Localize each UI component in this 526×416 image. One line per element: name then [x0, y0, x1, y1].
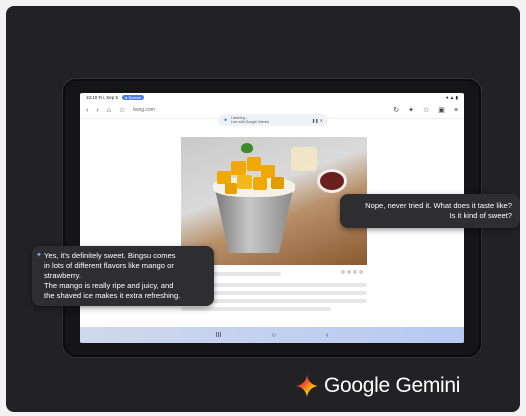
menu-icon[interactable]: ≡	[454, 107, 458, 114]
google-gemini-logo: Google Gemini	[296, 374, 460, 398]
screen-record-badge[interactable]: ● Screen	[122, 95, 145, 100]
milk-cup	[291, 147, 317, 171]
listening-text: Listening... Live with Google Gemini	[231, 116, 309, 124]
listening-sub: Live with Google Gemini	[231, 120, 269, 124]
pause-close-controls[interactable]: ❚❚ ✕	[312, 118, 323, 123]
status-time: 10:10 Fri, Sep 5	[86, 95, 119, 100]
gemini-response-bubble: ✦ Yes, it's definitely sweet. Bingsu com…	[32, 246, 214, 306]
back-button[interactable]: ‹	[326, 332, 328, 339]
mango-cube	[231, 161, 246, 175]
url-field[interactable]: bsng.com	[133, 107, 155, 113]
mint-leaf	[241, 143, 253, 153]
mango-cube	[271, 177, 284, 189]
mango-cube	[253, 177, 267, 190]
star-icon[interactable]: ☆	[423, 107, 429, 114]
gemini-spark-icon: ✦	[36, 252, 42, 259]
browser-actions: ↻ ✦ ☆ ▣ ≡	[393, 107, 458, 114]
mango-cube	[247, 157, 261, 171]
carousel-dot	[341, 270, 345, 274]
status-bar: 10:10 Fri, Sep 5 ● Screen ● ▲ ▮	[80, 93, 464, 102]
brand-name: Google Gemini	[324, 374, 461, 397]
response-line: the shaved ice makes it extra refreshing…	[44, 291, 181, 300]
status-icons: ● ▲ ▮	[445, 94, 458, 100]
reload-icon[interactable]: ↻	[393, 107, 399, 114]
user-message-bubble: Nope, never tried it. What does it taste…	[340, 194, 520, 228]
gemini-star-icon	[296, 375, 318, 397]
carousel-dots	[341, 270, 363, 274]
carousel-dot	[353, 270, 357, 274]
user-message-line: Is it kind of sweet?	[449, 211, 512, 220]
home-icon[interactable]: ⌂	[107, 107, 111, 114]
android-nav-bar: III ○ ‹	[80, 327, 464, 343]
response-line: Yes, it's definitely sweet. Bingsu comes	[44, 251, 176, 260]
response-line: strawberry.	[44, 271, 81, 280]
recents-button[interactable]: III	[216, 332, 222, 339]
user-message-line: Nope, never tried it. What does it taste…	[365, 201, 512, 210]
carousel-dot	[347, 270, 351, 274]
metal-bowl	[215, 189, 293, 253]
gemini-spark-icon: ✦	[223, 117, 229, 124]
carousel-dot	[359, 270, 363, 274]
assistant-icon[interactable]: ✦	[408, 107, 414, 114]
mango-cube	[225, 183, 237, 194]
forward-icon[interactable]: ›	[96, 107, 98, 114]
home-button[interactable]: ○	[272, 332, 276, 339]
red-bean-bowl	[317, 169, 347, 193]
tabs-icon[interactable]: ▣	[438, 107, 445, 114]
mango-cube	[237, 175, 252, 189]
promo-card: 10:10 Fri, Sep 5 ● Screen ● ▲ ▮ ‹ › ⌂ ☆ …	[6, 6, 520, 412]
response-line: in lots of different flavors like mango …	[44, 261, 174, 270]
bookmark-icon[interactable]: ☆	[119, 107, 125, 114]
response-line: The mango is really ripe and juicy, and	[44, 281, 174, 290]
back-icon[interactable]: ‹	[86, 107, 88, 114]
text-placeholder	[181, 307, 331, 311]
gemini-live-pill[interactable]: ✦ Listening... Live with Google Gemini ❚…	[218, 114, 328, 126]
